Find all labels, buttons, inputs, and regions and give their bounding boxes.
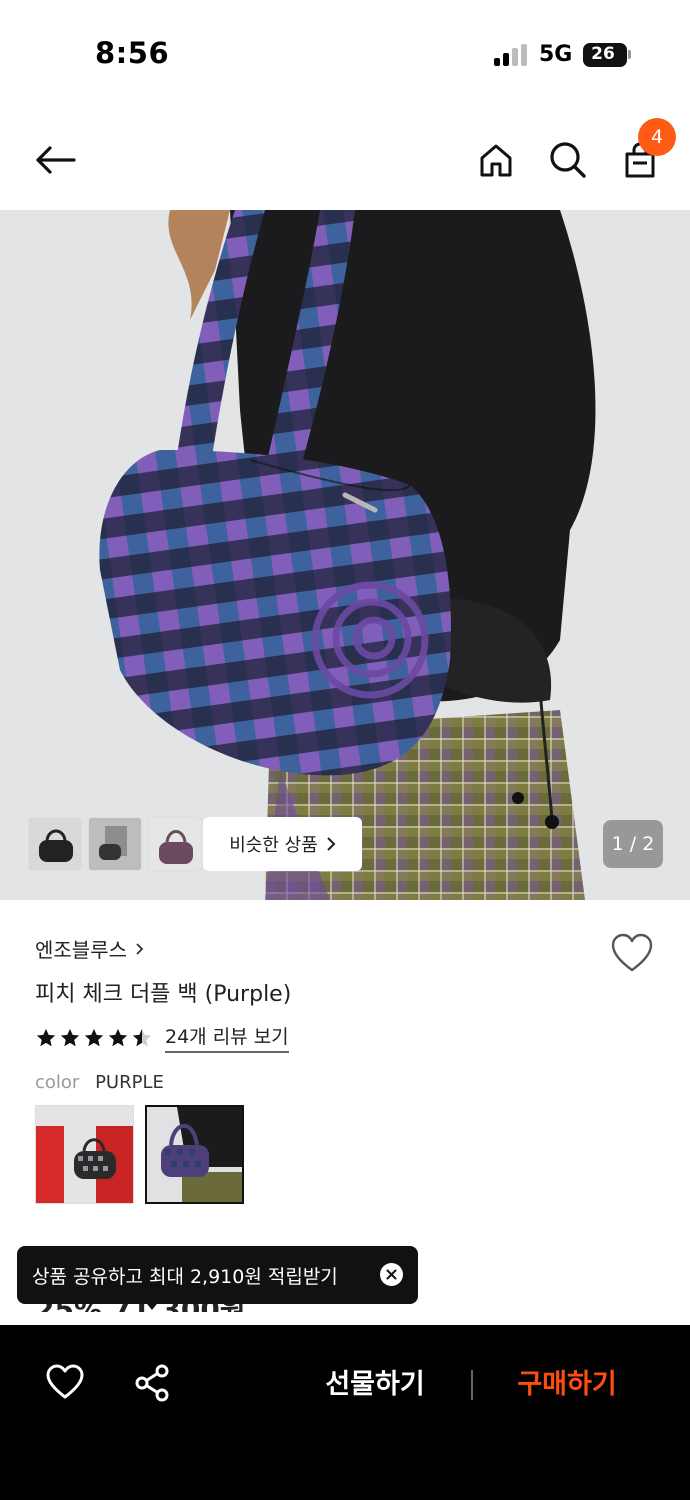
star-icon <box>108 1028 128 1046</box>
image-page-indicator: 1 / 2 <box>603 820 663 868</box>
toast-close-button[interactable] <box>380 1263 403 1286</box>
toast-pointer <box>144 1300 160 1310</box>
star-half-icon <box>132 1028 152 1046</box>
heart-icon <box>611 933 653 972</box>
swatch-image <box>147 1107 242 1202</box>
brand-link[interactable]: 엔조블루스 <box>35 934 144 963</box>
brand-name: 엔조블루스 <box>35 938 127 962</box>
thumbnail-black-bag[interactable] <box>28 817 82 871</box>
arrow-left-icon <box>36 146 76 174</box>
share-icon <box>135 1364 169 1402</box>
reviews-link[interactable]: 24개 리뷰 보기 <box>165 1022 289 1053</box>
share-button[interactable] <box>133 1363 173 1403</box>
similar-products-button[interactable]: 비슷한 상품 <box>203 817 362 871</box>
buy-button[interactable]: 구매하기 <box>492 1362 642 1406</box>
search-button[interactable] <box>546 138 590 182</box>
product-image[interactable] <box>0 210 690 900</box>
product-photo <box>0 210 690 900</box>
thumbnail-model-gray[interactable] <box>88 817 142 871</box>
status-time: 8:56 <box>95 36 170 70</box>
battery-icon: 26 <box>583 43 627 67</box>
rating-stars <box>35 1027 153 1049</box>
color-options <box>35 1105 244 1204</box>
chevron-right-icon <box>327 837 336 851</box>
bottom-wishlist-button[interactable] <box>45 1363 85 1403</box>
share-reward-toast: 상품 공유하고 최대 2,910원 적립받기 <box>17 1246 418 1304</box>
color-label: color <box>35 1072 80 1093</box>
color-value: PURPLE <box>95 1072 164 1093</box>
thumbnail-image <box>29 818 81 870</box>
gift-button[interactable]: 선물하기 <box>300 1362 450 1406</box>
product-title: 피치 체크 더플 백 (Purple) <box>35 982 292 1007</box>
toast-message: 상품 공유하고 최대 2,910원 적립받기 <box>32 1265 338 1288</box>
bottom-action-bar <box>0 1325 690 1500</box>
battery-level: 26 <box>591 44 615 64</box>
thumbnail-image <box>149 818 201 870</box>
star-icon <box>84 1028 104 1046</box>
network-type: 5G <box>539 42 573 67</box>
star-icon <box>36 1028 56 1046</box>
home-button[interactable] <box>474 138 518 182</box>
heart-icon <box>46 1364 84 1399</box>
color-option-black[interactable] <box>35 1105 134 1204</box>
similar-products-label: 비슷한 상품 <box>229 835 318 856</box>
status-bar: 8:56 5G 26 <box>0 0 690 100</box>
battery-nub <box>628 50 631 59</box>
color-row: color PURPLE <box>35 1072 164 1093</box>
image-thumbnails <box>28 817 202 871</box>
back-button[interactable] <box>33 138 77 182</box>
thumbnail-purple-bag[interactable] <box>148 817 202 871</box>
swatch-image <box>36 1106 133 1203</box>
color-option-purple[interactable] <box>145 1105 244 1204</box>
chevron-right-icon <box>136 942 144 955</box>
top-navigation <box>0 100 690 210</box>
rating-row: 24개 리뷰 보기 <box>35 1022 289 1053</box>
cart-count-badge: 4 <box>638 118 676 156</box>
thumbnail-image <box>89 818 141 870</box>
bottom-bar-divider <box>471 1370 473 1400</box>
search-icon <box>550 142 586 178</box>
wishlist-button[interactable] <box>610 932 654 976</box>
home-icon <box>480 144 512 177</box>
star-icon <box>60 1028 80 1046</box>
close-icon <box>386 1269 397 1280</box>
cellular-signal-icon <box>494 44 530 66</box>
